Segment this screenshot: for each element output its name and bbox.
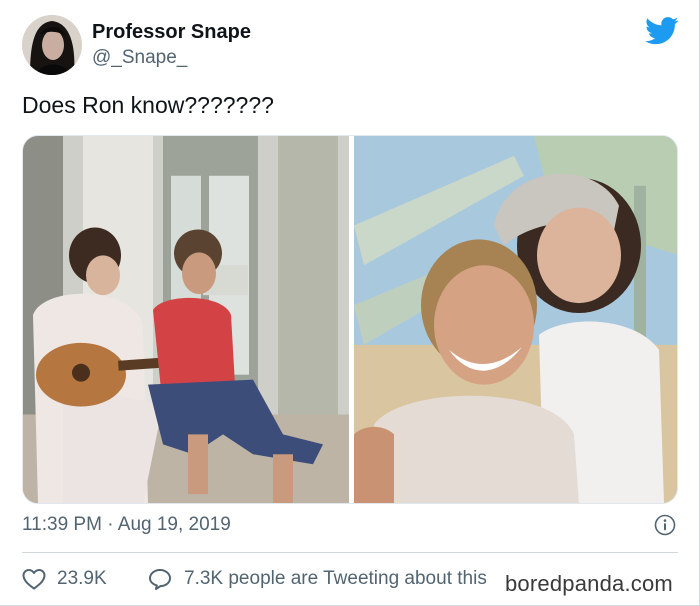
author-handle[interactable]: @_Snape_ xyxy=(92,47,187,69)
info-icon[interactable] xyxy=(654,514,676,536)
conversation-link[interactable]: 7.3K people are Tweeting about this xyxy=(148,567,487,591)
avatar[interactable] xyxy=(22,15,82,75)
watermark: boredpanda.com xyxy=(505,571,673,596)
media-grid[interactable] xyxy=(22,135,678,504)
conversation-text[interactable]: 7.3K people are Tweeting about this xyxy=(184,568,487,590)
divider xyxy=(22,552,678,553)
photo-guitar[interactable] xyxy=(23,136,349,503)
timestamp-separator: · xyxy=(101,514,118,535)
tweet-timestamp[interactable]: 11:39 PM · Aug 19, 2019 xyxy=(22,514,231,536)
tweet-time[interactable]: 11:39 PM xyxy=(22,514,102,535)
photo-beach-selfie[interactable] xyxy=(354,136,678,503)
author-name[interactable]: Professor Snape xyxy=(92,21,251,44)
like-count: 23.9K xyxy=(57,568,107,589)
speech-bubble-icon[interactable] xyxy=(148,568,172,590)
tweet-text: Does Ron know??????? xyxy=(22,92,274,118)
twitter-bird-icon[interactable] xyxy=(645,17,679,45)
heart-icon[interactable] xyxy=(22,568,46,590)
like-button[interactable]: 23.9K xyxy=(22,567,107,591)
tweet-date[interactable]: Aug 19, 2019 xyxy=(118,514,231,535)
